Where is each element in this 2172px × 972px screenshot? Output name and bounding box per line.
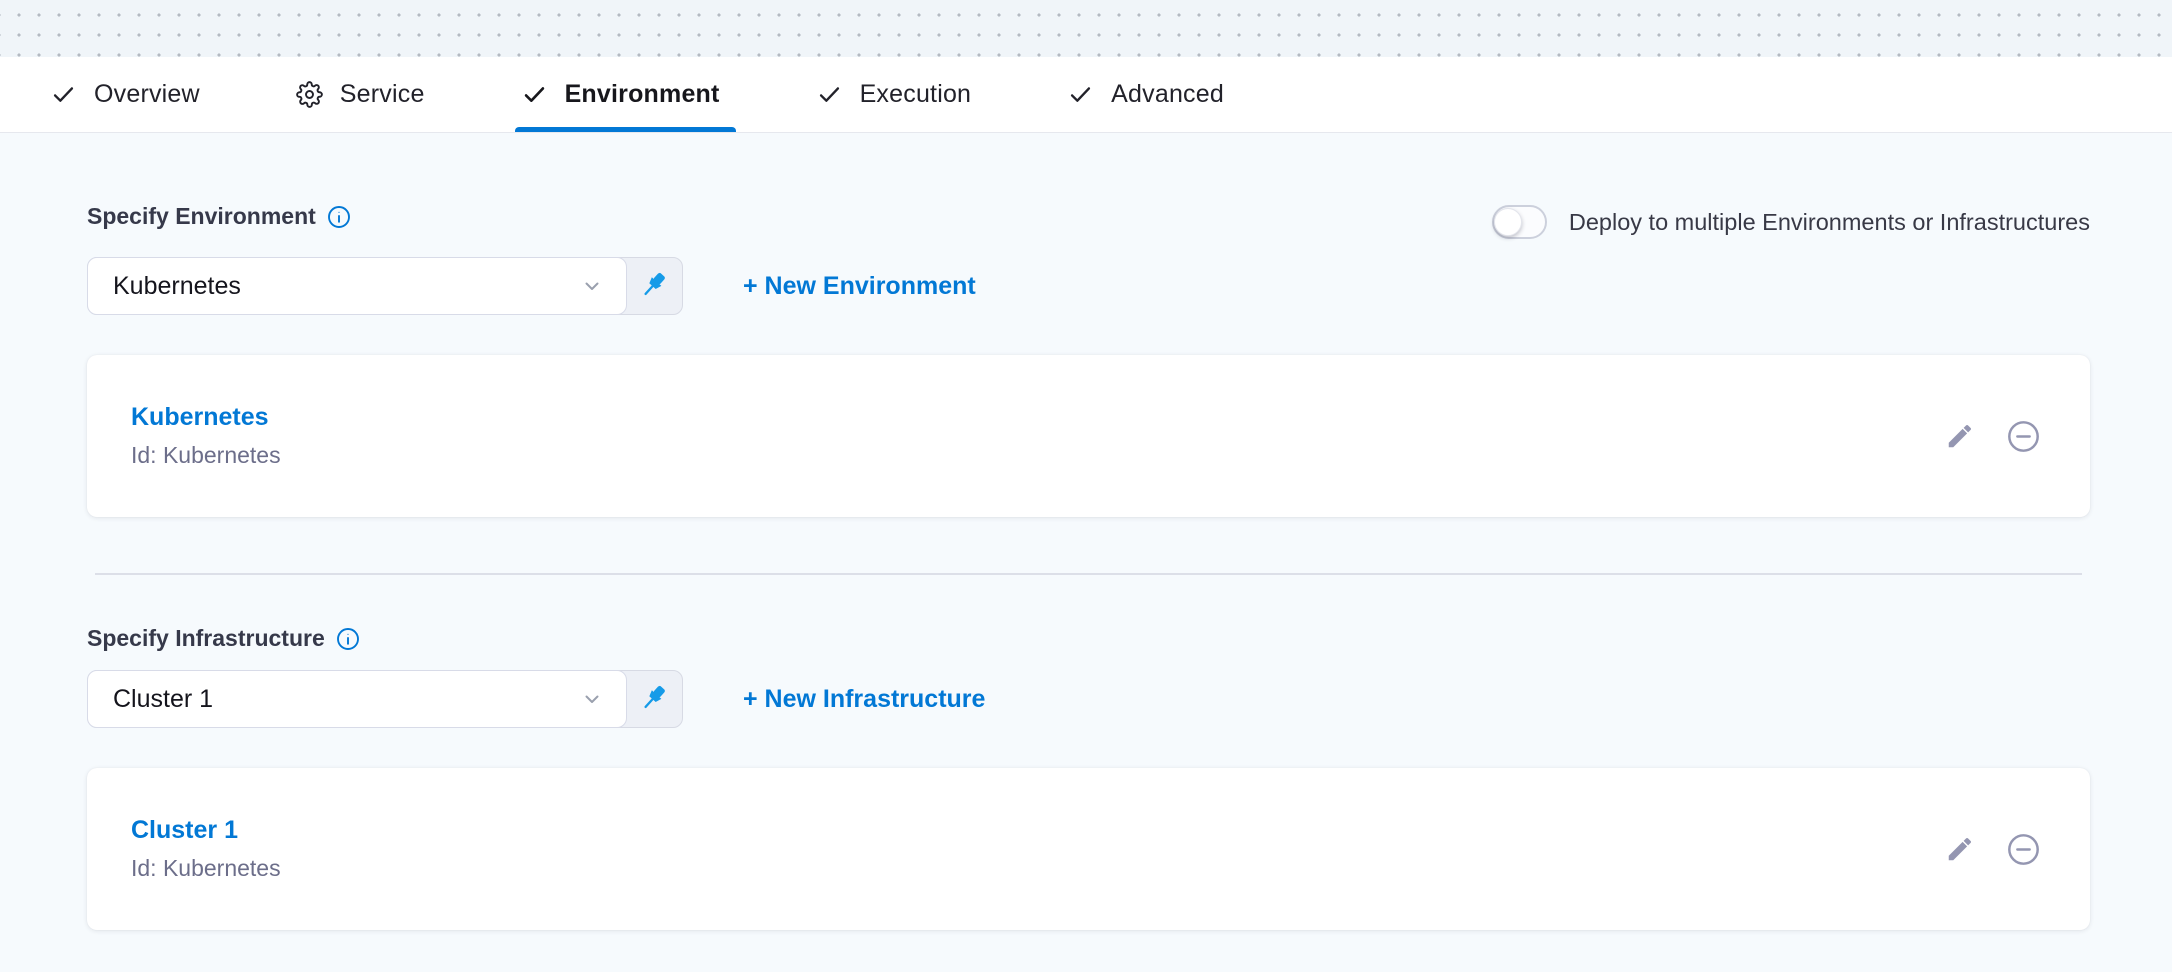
multi-environment-toggle-label: Deploy to multiple Environments or Infra… bbox=[1569, 209, 2090, 236]
edit-icon bbox=[1945, 834, 1975, 864]
tab-label: Advanced bbox=[1111, 80, 1224, 109]
tab-label: Environment bbox=[565, 80, 720, 109]
info-icon[interactable] bbox=[327, 205, 351, 229]
infrastructure-select[interactable]: Cluster 1 bbox=[87, 670, 627, 728]
tab-execution[interactable]: Execution bbox=[816, 57, 972, 132]
gear-icon bbox=[296, 81, 323, 108]
pin-infrastructure-button[interactable] bbox=[627, 671, 682, 727]
info-icon[interactable] bbox=[336, 627, 360, 651]
infrastructure-card: Cluster 1 Id: Kubernetes bbox=[87, 768, 2090, 930]
toggle-knob bbox=[1494, 208, 1522, 236]
environment-select[interactable]: Kubernetes bbox=[87, 257, 627, 315]
tab-label: Service bbox=[340, 80, 425, 109]
pin-icon bbox=[639, 270, 671, 302]
pin-icon bbox=[639, 683, 671, 715]
pipeline-canvas-dotted-background bbox=[0, 0, 2172, 57]
environment-select-group: Kubernetes bbox=[87, 257, 683, 315]
environment-select-value: Kubernetes bbox=[113, 272, 241, 301]
specify-infrastructure-label: Specify Infrastructure bbox=[87, 625, 325, 652]
infrastructure-card-title-link[interactable]: Cluster 1 bbox=[131, 816, 281, 845]
chevron-down-icon bbox=[580, 274, 604, 298]
remove-infrastructure-button[interactable] bbox=[2005, 831, 2042, 868]
environment-tab-content: Specify Environment Deploy to multiple E… bbox=[0, 133, 2172, 930]
environment-card-text: Kubernetes Id: Kubernetes bbox=[131, 403, 281, 469]
specify-environment-label: Specify Environment bbox=[87, 203, 316, 230]
tab-label: Overview bbox=[94, 80, 200, 109]
environment-card: Kubernetes Id: Kubernetes bbox=[87, 355, 2090, 517]
pin-environment-button[interactable] bbox=[627, 258, 682, 314]
multi-environment-toggle[interactable] bbox=[1492, 205, 1547, 239]
section-divider bbox=[95, 573, 2082, 575]
new-environment-link[interactable]: + New Environment bbox=[743, 272, 976, 301]
infrastructure-select-value: Cluster 1 bbox=[113, 685, 213, 714]
minus-circle-icon bbox=[2005, 418, 2042, 455]
tab-overview[interactable]: Overview bbox=[50, 57, 200, 132]
check-icon bbox=[816, 81, 843, 108]
tab-service[interactable]: Service bbox=[296, 57, 425, 132]
stage-tabs: Overview Service Environment Execution A… bbox=[0, 57, 2172, 133]
chevron-down-icon bbox=[580, 687, 604, 711]
environment-config-page: Overview Service Environment Execution A… bbox=[0, 0, 2172, 972]
infrastructure-card-text: Cluster 1 Id: Kubernetes bbox=[131, 816, 281, 882]
edit-icon bbox=[1945, 421, 1975, 451]
infrastructure-card-id: Id: Kubernetes bbox=[131, 855, 281, 882]
edit-infrastructure-button[interactable] bbox=[1945, 834, 1975, 864]
remove-environment-button[interactable] bbox=[2005, 418, 2042, 455]
minus-circle-icon bbox=[2005, 831, 2042, 868]
tab-environment[interactable]: Environment bbox=[521, 57, 720, 132]
infrastructure-select-group: Cluster 1 bbox=[87, 670, 683, 728]
environment-card-title-link[interactable]: Kubernetes bbox=[131, 403, 281, 432]
check-icon bbox=[1067, 81, 1094, 108]
new-infrastructure-link[interactable]: + New Infrastructure bbox=[743, 685, 985, 714]
environment-card-id: Id: Kubernetes bbox=[131, 442, 281, 469]
tab-advanced[interactable]: Advanced bbox=[1067, 57, 1224, 132]
tab-label: Execution bbox=[860, 80, 972, 109]
check-icon bbox=[50, 81, 77, 108]
check-icon bbox=[521, 81, 548, 108]
edit-environment-button[interactable] bbox=[1945, 421, 1975, 451]
